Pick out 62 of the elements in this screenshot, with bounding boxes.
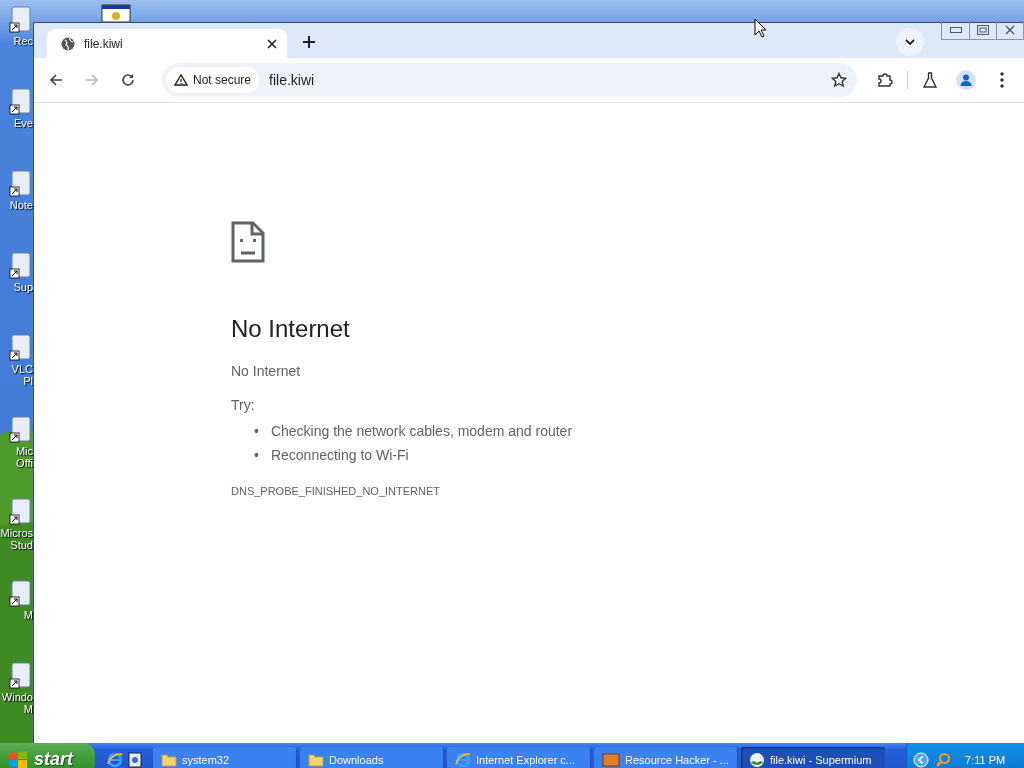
- browser-logo-icon: [749, 751, 765, 768]
- globe-icon: [61, 36, 75, 51]
- shortcut-icon[interactable]: [9, 497, 31, 527]
- desktop-icon-label: M: [23, 609, 33, 621]
- forward-icon: [85, 73, 99, 87]
- desktop-icon-label: Windo M: [1, 691, 33, 715]
- chevron-left-icon[interactable]: [913, 751, 929, 768]
- desktop-icon-label: Sup: [13, 281, 33, 293]
- shortcut-icon[interactable]: [9, 661, 31, 691]
- security-chip[interactable]: Not secure: [166, 67, 260, 93]
- desktop-icon-label: VLC Pl: [11, 363, 33, 387]
- taskbar-button[interactable]: Resource Hacker - ...: [594, 747, 738, 768]
- app-icon: [602, 752, 620, 767]
- close-icon[interactable]: [267, 38, 277, 49]
- shortcut-icon[interactable]: [9, 169, 31, 199]
- minimize-icon: [949, 27, 962, 33]
- error-code: DNS_PROBE_FINISHED_NO_INTERNET: [231, 485, 442, 497]
- taskbar-button[interactable]: system32: [153, 747, 297, 768]
- clock: 7:11 PM: [965, 753, 1006, 766]
- bullet: •: [254, 446, 259, 465]
- shortcut-icon[interactable]: [9, 333, 31, 363]
- back-icon: [49, 73, 63, 87]
- taskbar-button[interactable]: file.kiwi - Supermium: [741, 747, 885, 768]
- folder-icon: [308, 752, 324, 767]
- desktop-icon-label: Micros Stud: [0, 527, 33, 551]
- desktop-icon-label: Mic Offi: [15, 445, 33, 469]
- tab-search-button[interactable]: [896, 28, 924, 56]
- taskbar-button[interactable]: Internet Explorer c...: [447, 747, 591, 768]
- desktop-icon-label: Eve: [14, 117, 33, 129]
- warning-icon: [174, 74, 188, 86]
- browser-tab[interactable]: file.kiwi: [47, 29, 287, 58]
- suggestion-text: Reconnecting to Wi-Fi: [270, 446, 409, 465]
- plus-icon: [302, 35, 316, 49]
- taskbar-button[interactable]: Downloads: [300, 747, 444, 768]
- security-label: Not secure: [193, 73, 252, 87]
- sad-page-icon: [231, 221, 265, 263]
- windows-logo-icon: [8, 750, 28, 768]
- try-label: Try:: [231, 397, 256, 413]
- folder-icon: [161, 752, 177, 767]
- star-icon[interactable]: [831, 72, 847, 88]
- shortcut-icon[interactable]: [9, 251, 31, 281]
- reload-icon: [121, 73, 135, 87]
- address-bar[interactable]: Not secure file.kiwi: [162, 63, 857, 97]
- shortcut-icon[interactable]: [9, 87, 31, 117]
- error-title: No Internet: [231, 315, 351, 343]
- suggestion-text: Checking the network cables, modem and router: [270, 422, 573, 441]
- chevron-down-icon: [905, 39, 915, 45]
- url-text: file.kiwi: [269, 72, 316, 88]
- restore-icon: [977, 25, 989, 35]
- quick-launch-icon[interactable]: [127, 751, 143, 768]
- shortcut-icon[interactable]: [9, 5, 31, 35]
- desktop-icon-label: Rec: [13, 35, 33, 47]
- start-button[interactable]: start: [0, 743, 95, 768]
- bullet: •: [254, 422, 259, 441]
- desktop-icon-label: Note: [9, 199, 33, 211]
- shortcut-icon[interactable]: [9, 415, 31, 445]
- e-logo-icon: [455, 751, 471, 768]
- error-message: No Internet: [231, 363, 302, 379]
- tab-title: file.kiwi: [84, 36, 124, 51]
- close-icon: [1005, 25, 1015, 35]
- shortcut-icon[interactable]: [9, 579, 31, 609]
- e-logo-icon: [107, 751, 123, 768]
